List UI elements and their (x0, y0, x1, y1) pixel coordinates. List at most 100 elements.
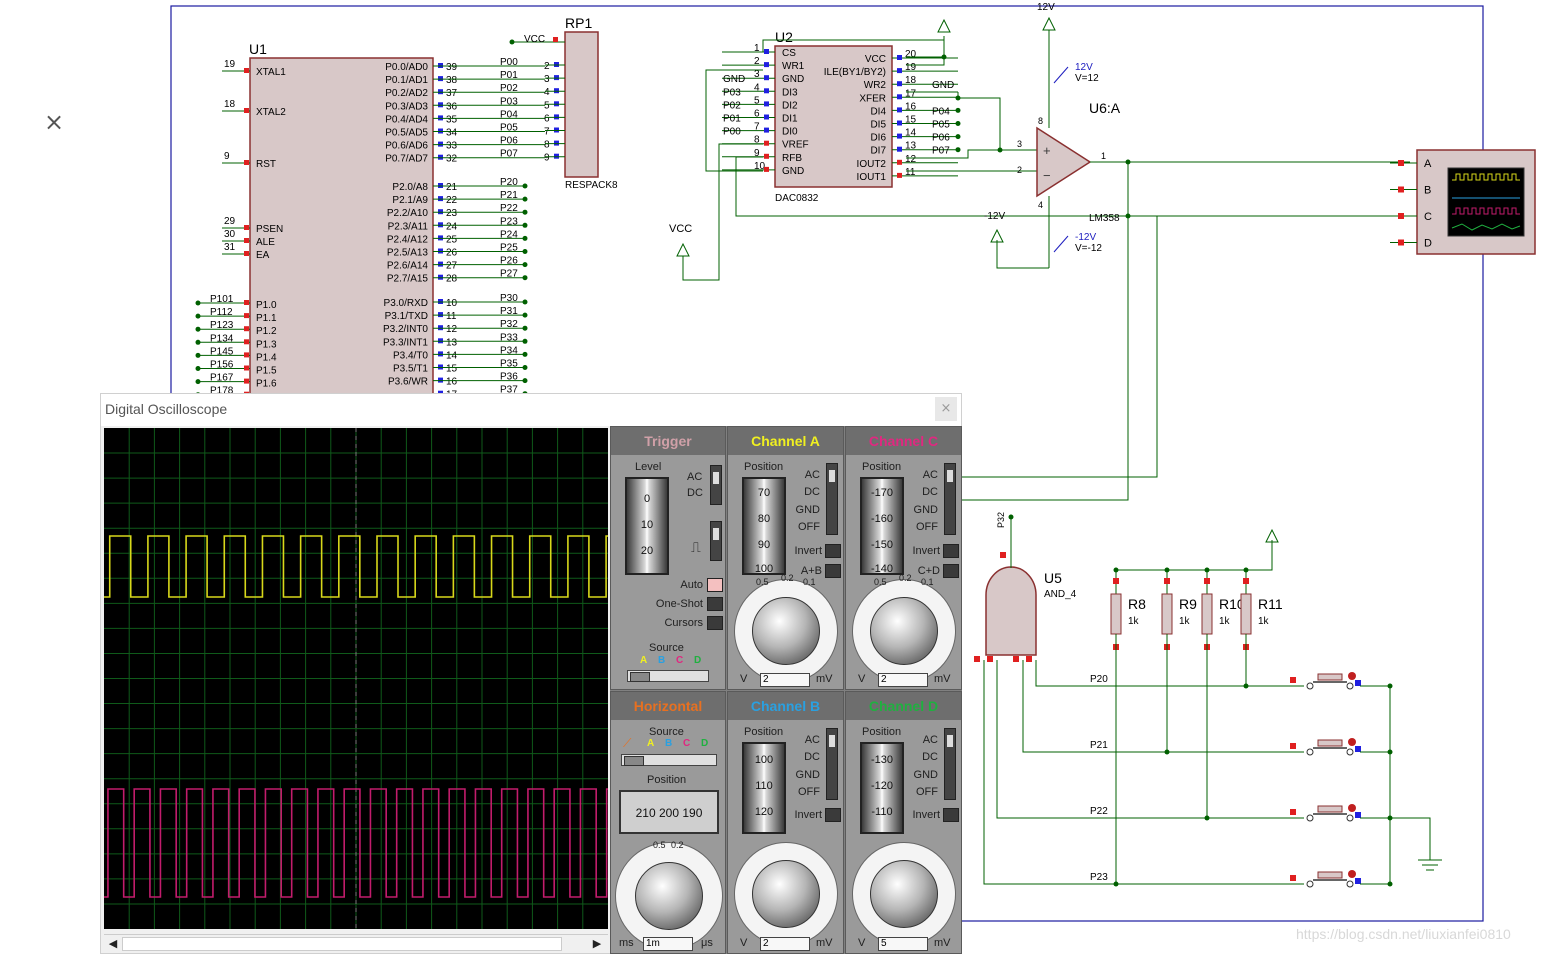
close-button[interactable]: × (935, 397, 957, 421)
pin-number: 18 (224, 99, 236, 110)
channel-b-dc: DC (804, 751, 820, 763)
svg-text:+: + (1043, 143, 1051, 158)
trigger-oneshot-button[interactable] (707, 597, 723, 611)
scroll-thumb[interactable] (122, 937, 562, 951)
trigger-title: Trigger (611, 427, 725, 455)
output-wiring (960, 161, 1410, 501)
u5-and-gate[interactable]: U5 AND_4 P32 (974, 512, 1077, 662)
channel-d-scale-knob[interactable] (870, 860, 938, 928)
trigger-cursors-button[interactable] (707, 616, 723, 630)
channel-d-invert-label: Invert (912, 809, 940, 821)
channel-d-coupling-switch[interactable] (944, 728, 956, 800)
horizontal-source-label: Source (649, 726, 684, 738)
horizontal-dial-mark: 0.2 (671, 840, 684, 850)
pin-name: P0.3/AD3 (385, 101, 428, 112)
channel-a-invert-button[interactable] (825, 544, 841, 558)
waveform-display (104, 428, 628, 929)
net-label: P01 (500, 70, 518, 81)
switch-contact (1306, 880, 1314, 888)
horizontal-pos-num: 200 (658, 806, 680, 820)
trigger-level-label: Level (635, 461, 662, 473)
channel-c-position-drum[interactable]: -170 -160 -150 -140 (860, 477, 904, 575)
pin-name: P1.1 (256, 313, 277, 324)
channel-a-coupling-switch[interactable] (826, 463, 838, 535)
scroll-left-icon[interactable]: ◀ (106, 937, 120, 951)
channel-a-scale-knob[interactable] (752, 597, 820, 665)
channel-d-invert-button[interactable] (943, 808, 959, 822)
pin-name: RFB (782, 153, 802, 164)
horizontal-timebase-value[interactable]: 1m (643, 937, 693, 951)
pin-name: DI3 (782, 87, 798, 98)
push-switches[interactable]: P20 P21 P22 P23 (1090, 672, 1393, 888)
oscilloscope-window[interactable]: Digital Oscilloscope × ◀ ▶ Trigger Level… (100, 393, 962, 954)
pin-name: P1.0 (256, 300, 277, 311)
channel-c-value[interactable]: 2 (878, 673, 928, 687)
pin-number: 27 (446, 261, 458, 272)
scope-input-label: C (1424, 211, 1432, 223)
horizontal-dial-mark: 0.5 (653, 840, 666, 850)
channel-d-drum-num: -120 (870, 780, 894, 792)
rp1-pins: 2 3 4 5 6 7 8 9 (544, 61, 565, 164)
channel-b-value[interactable]: 2 (760, 937, 810, 951)
channel-c-invert-button[interactable] (943, 544, 959, 558)
u2-dac0832[interactable]: U2 DAC0832 1 CS 2 WR1 3 GND GND 4 DI3 P03 5 DI2 P02 6… (722, 29, 961, 204)
channel-b-invert-button[interactable] (825, 808, 841, 822)
trigger-coupling-switch[interactable] (710, 465, 722, 505)
trigger-level-drum[interactable]: 0 10 20 (625, 477, 669, 575)
trigger-level-num: 0 (643, 493, 651, 505)
pin-number: 9 (224, 151, 230, 162)
switch-button (1317, 805, 1343, 813)
pin-name: P1.4 (256, 352, 277, 363)
pin-number: 2 (754, 56, 760, 67)
trigger-edge-switch[interactable] (710, 521, 722, 561)
net-label: P05 (932, 120, 950, 131)
net-label: P04 (500, 109, 518, 120)
pin-number: 3 (754, 69, 760, 80)
channel-a-sum-button[interactable] (825, 564, 841, 578)
pin-number: 37 (446, 88, 458, 99)
pin-number: 28 (446, 274, 458, 285)
trigger-source-a: A (640, 655, 648, 666)
channel-d-value[interactable]: 5 (878, 937, 928, 951)
op-amp-pin-plus: 3 (1017, 139, 1022, 149)
net-label: P00 (500, 57, 518, 68)
channel-a-position-label: Position (744, 461, 784, 473)
switch-net-label: P22 (1090, 806, 1108, 817)
channel-b-scale-knob[interactable] (752, 860, 820, 928)
oscilloscope-symbol[interactable]: A B C D (1390, 149, 1536, 255)
pin-name: GND (782, 74, 804, 85)
horizontal-position-drum[interactable]: 210 200 190 (619, 790, 719, 834)
horizontal-source-slider[interactable] (621, 754, 717, 766)
channel-b-unit-right: mV (816, 937, 833, 949)
channel-b-gnd: GND (795, 769, 820, 781)
channel-a-value[interactable]: 2 (760, 673, 810, 687)
pin-number: 2 (544, 61, 550, 72)
pin-number: 12 (446, 324, 458, 335)
horizontal-timebase-knob[interactable] (635, 862, 703, 930)
channel-a-position-drum[interactable]: 70 80 90 100 (742, 477, 786, 575)
net-label: P33 (500, 332, 518, 343)
net-label: P112 (210, 307, 233, 318)
rp1-resistor-pack[interactable]: RP1 RESPACK8 VCC 2 3 4 5 6 7 8 9 (509, 15, 619, 191)
horizontal-scrollbar[interactable]: ◀ ▶ (104, 934, 608, 953)
trigger-auto-button[interactable] (707, 578, 723, 592)
pin-name: P3.5/T1 (393, 364, 428, 375)
op-amp-pin-minus: 2 (1017, 165, 1022, 175)
scroll-right-icon[interactable]: ▶ (590, 937, 604, 951)
channel-c-coupling-switch[interactable] (944, 463, 956, 535)
channel-d-panel: Channel D Position -130 -120 -110 AC DC … (845, 691, 962, 954)
title-bar[interactable]: Digital Oscilloscope × (101, 394, 961, 426)
pin-number: 8 (544, 140, 550, 151)
watermark: https://blog.csdn.net/liuxianfei0810 (1296, 926, 1511, 942)
channel-a-panel: Channel A Position 70 80 90 100 AC DC GN… (727, 426, 844, 690)
net-label: P07 (932, 146, 950, 157)
channel-c-scale-knob[interactable] (870, 597, 938, 665)
op-amp-u6a[interactable]: U6:A LM358 + − 3 2 1 8 4 12V -12V 12V V=… (984, 2, 1121, 269)
trigger-source-slider[interactable] (627, 670, 709, 682)
pin-name: P2.0/A8 (392, 182, 428, 193)
channel-c-sum-button[interactable] (943, 564, 959, 578)
pullup-resistors[interactable]: R81kR91kR101kR111k (1110, 567, 1283, 887)
horizontal-position-label: Position (647, 774, 687, 786)
channel-b-coupling-switch[interactable] (826, 728, 838, 800)
u1-microcontroller[interactable]: U1 19 XTAL1 18 XTAL2 9 RST 29 PSEN 30 ALE 31 EA P0.… (195, 41, 546, 401)
